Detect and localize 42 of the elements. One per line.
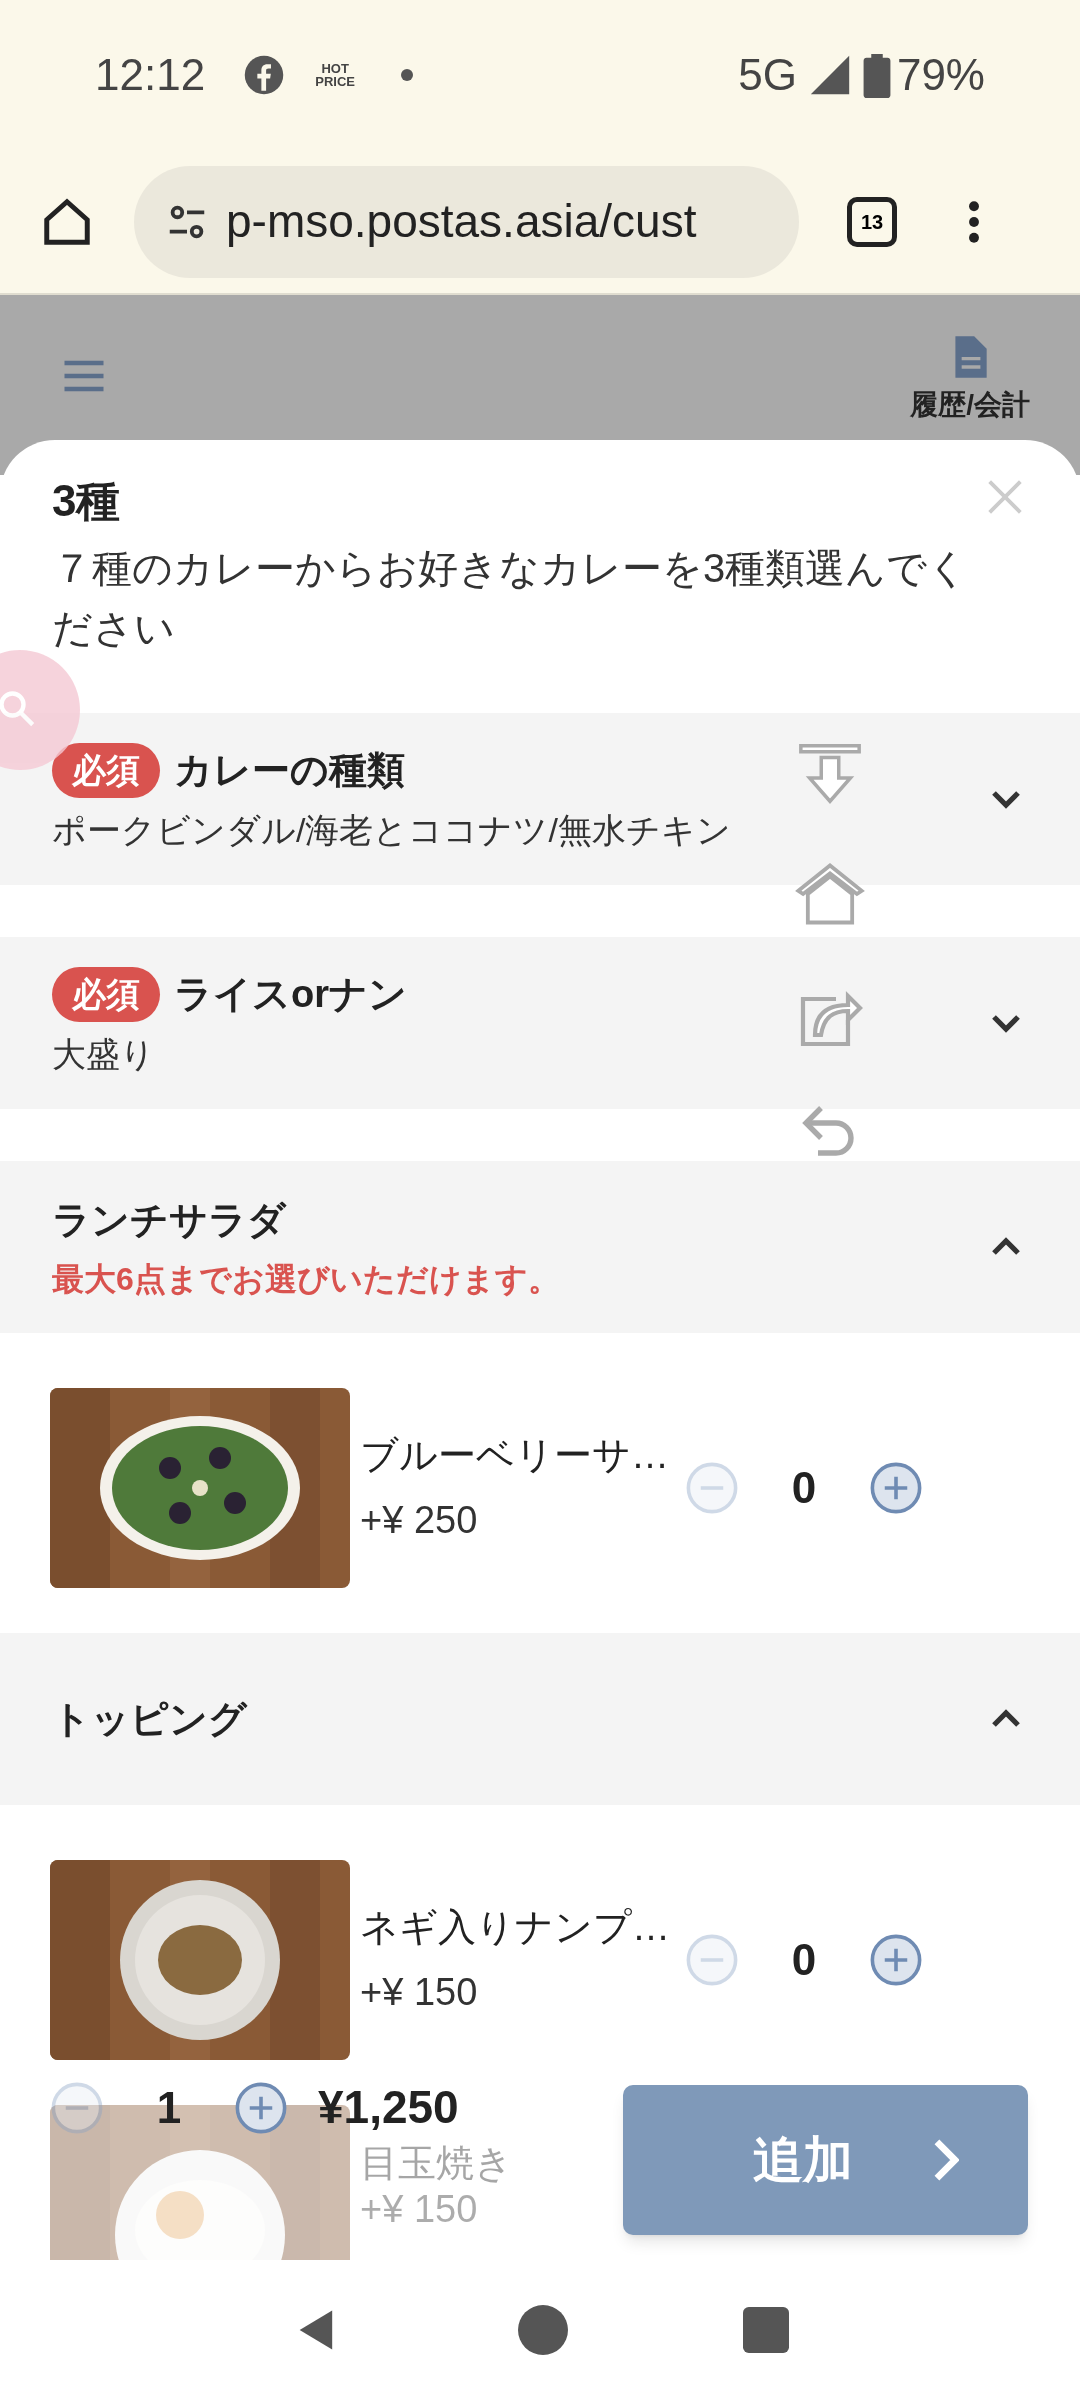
- facebook-icon: [243, 54, 286, 96]
- required-badge: 必須: [52, 743, 160, 798]
- item-name: ネギ入りナンプ…: [360, 1905, 671, 1950]
- item-name: 目玉焼き: [360, 2141, 514, 2186]
- notification-text: HOT PRICE: [314, 62, 356, 88]
- section-header[interactable]: トッピング: [0, 1633, 1080, 1805]
- section-title: トッピング: [52, 1696, 247, 1742]
- sheet-title: 3種: [52, 475, 122, 527]
- section-title: カレーの種類: [174, 748, 405, 793]
- total-price: ¥1,250: [318, 2080, 459, 2135]
- sheet-description: ７種のカレーからお好きなカレーを3種類選んでください: [51, 545, 970, 652]
- dot-icon: [401, 69, 414, 81]
- clock: 12:12: [95, 49, 206, 101]
- plus-icon[interactable]: [234, 2080, 288, 2135]
- required-badge: 必須: [52, 967, 160, 1022]
- battery-percent: 79%: [896, 49, 985, 101]
- section-title: ライスorナン: [174, 972, 407, 1017]
- tab-count[interactable]: 13: [847, 196, 897, 247]
- section-header[interactable]: 必須 カレーの種類 ポークビンダル/海老とココナツ/無水チキン: [0, 713, 1080, 885]
- quantity: 1: [155, 2081, 183, 2134]
- history-label[interactable]: 履歴/会計: [910, 384, 1030, 426]
- section-summary: 大盛り: [52, 1034, 156, 1075]
- section-title: ランチサラダ: [52, 1197, 286, 1243]
- section-note: 最大6点までお選びいただけます。: [52, 1259, 561, 1299]
- plus-icon[interactable]: [869, 1933, 923, 1987]
- network-label: 5G: [738, 49, 797, 101]
- section-header[interactable]: ランチサラダ 最大6点までお選びいただけます。: [0, 1161, 1080, 1333]
- item-name: ブルーベリーサ…: [360, 1433, 670, 1478]
- plus-icon[interactable]: [869, 1461, 923, 1515]
- url-field[interactable]: p-mso.postas.asia/cust: [134, 165, 799, 278]
- battery-icon: [862, 52, 891, 98]
- item-price: +¥ 150: [360, 1970, 479, 2015]
- section-summary: ポークビンダル/海老とココナツ/無水チキン: [52, 810, 732, 851]
- quantity: 0: [790, 1462, 818, 1514]
- chevron-right-icon: [932, 2138, 959, 2182]
- quantity: 0: [790, 1934, 818, 1986]
- section-header[interactable]: 必須 ライスorナン 大盛り: [0, 937, 1080, 1109]
- url-text: p-mso.postas.asia/cust: [226, 194, 697, 249]
- recents-icon[interactable]: [743, 2307, 789, 2353]
- item-price: +¥ 250: [360, 1498, 479, 1543]
- home-button-icon[interactable]: [518, 2305, 568, 2355]
- item-price: +¥ 150: [360, 2186, 479, 2232]
